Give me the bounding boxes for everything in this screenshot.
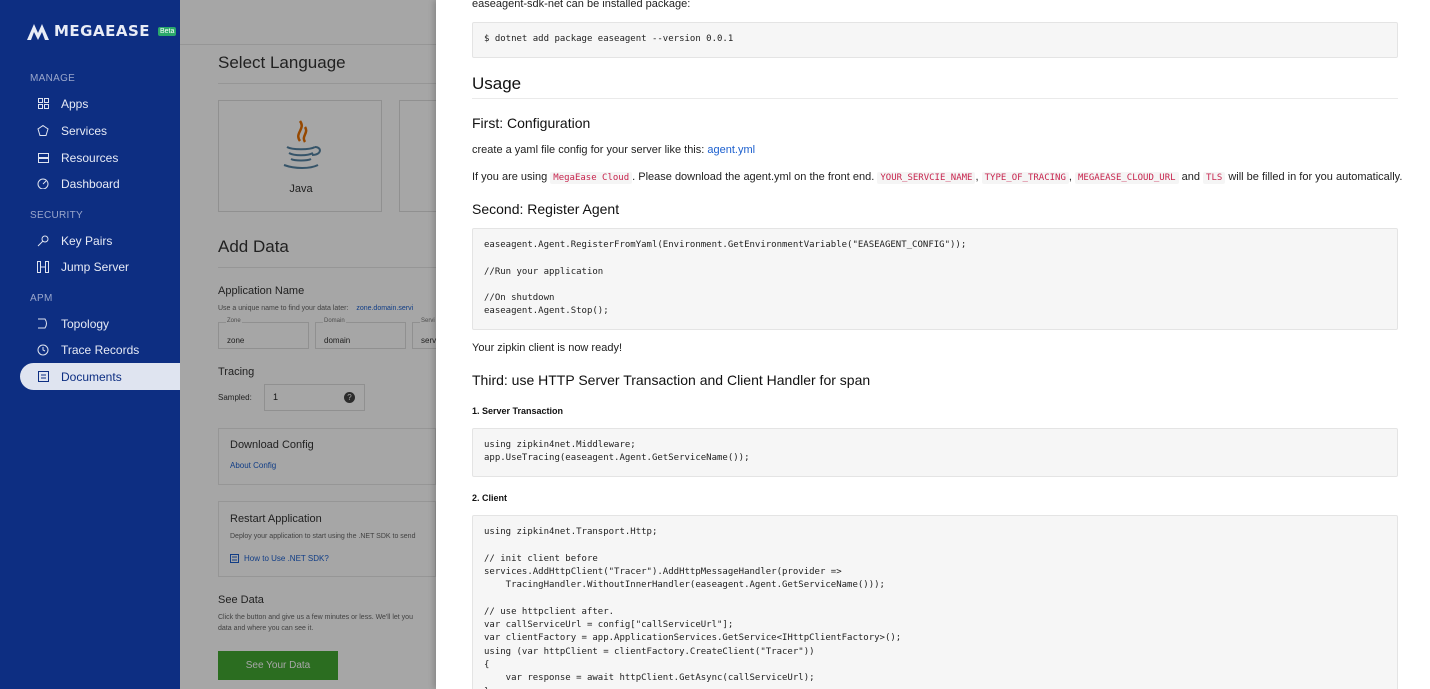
brand-logo[interactable]: MEGAEASE Beta [27, 22, 177, 40]
install-intro: easeagent-sdk-net can be installed packa… [472, 0, 691, 10]
sidebar-item-dashboard[interactable]: Dashboard [20, 170, 180, 197]
sidebar-item-label: Documents [61, 369, 122, 384]
sidebar-item-key-pairs[interactable]: Key Pairs [20, 227, 180, 254]
brand-name: MEGAEASE [54, 22, 150, 40]
gauge-icon [37, 178, 49, 190]
inline-code: TYPE_OF_TRACING [981, 172, 1069, 184]
sidebar-item-trace-records[interactable]: Trace Records [20, 336, 180, 363]
grid-icon [37, 98, 49, 110]
sidebar-item-services[interactable]: Services [20, 117, 180, 144]
server-transaction-heading: 1. Server Transaction [472, 406, 564, 416]
documentation-drawer: easeagent-sdk-net can be installed packa… [436, 0, 1430, 689]
jump-icon [37, 260, 49, 273]
server-code-block: using zipkin4net.Middleware; app.UseTrac… [472, 428, 1398, 477]
document-icon [37, 371, 49, 383]
section-label-security: SECURITY [30, 210, 83, 221]
sidebar: MEGAEASE Beta MANAGE Apps Services Resou… [0, 0, 180, 689]
inline-code: TLS [1203, 172, 1226, 184]
sidebar-item-label: Jump Server [61, 259, 130, 274]
sidebar-item-label: Resources [61, 150, 119, 165]
modal-overlay[interactable] [180, 0, 436, 689]
inline-code: MEGAEASE_CLOUD_URL [1075, 172, 1179, 184]
agent-yml-link[interactable]: agent.yml [707, 144, 755, 156]
sidebar-item-label: Key Pairs [61, 233, 113, 248]
third-http-heading: Third: use HTTP Server Transaction and C… [472, 372, 871, 388]
inline-code: MegaEase Cloud [550, 172, 633, 184]
server-icon [37, 152, 49, 164]
sidebar-item-label: Apps [61, 96, 89, 111]
sidebar-item-apps[interactable]: Apps [20, 90, 180, 117]
sidebar-item-label: Topology [61, 316, 110, 331]
config-text: create a yaml file config for your serve… [472, 144, 756, 156]
services-icon [37, 125, 49, 137]
sidebar-item-topology[interactable]: Topology [20, 310, 180, 337]
clock-icon [37, 344, 49, 356]
beta-badge: Beta [158, 26, 177, 36]
sidebar-item-documents[interactable]: Documents [20, 363, 180, 390]
install-code-block: $ dotnet add package easeagent --version… [472, 22, 1398, 58]
inline-code: YOUR_SERVCIE_NAME [877, 172, 976, 184]
divider [472, 98, 1398, 99]
sidebar-item-label: Trace Records [61, 342, 140, 357]
key-icon [37, 235, 49, 247]
sidebar-item-label: Dashboard [61, 176, 120, 191]
section-label-manage: MANAGE [30, 73, 76, 84]
usage-heading: Usage [472, 74, 522, 93]
register-code-block: easeagent.Agent.RegisterFromYaml(Environ… [472, 228, 1398, 330]
section-label-apm: APM [30, 293, 53, 304]
megaease-logo-icon [27, 24, 49, 40]
client-heading: 2. Client [472, 493, 508, 503]
client-code-block: using zipkin4net.Transport.Http; // init… [472, 515, 1398, 689]
topology-icon [37, 318, 49, 330]
sidebar-item-resources[interactable]: Resources [20, 144, 180, 171]
second-register-agent-heading: Second: Register Agent [472, 201, 620, 217]
first-configuration-heading: First: Configuration [472, 115, 591, 131]
cloud-text: If you are using MegaEase Cloud. Please … [472, 171, 1403, 184]
ready-text: Your zipkin client is now ready! [472, 342, 623, 354]
sidebar-item-jump-server[interactable]: Jump Server [20, 253, 180, 280]
sidebar-item-label: Services [61, 123, 108, 138]
